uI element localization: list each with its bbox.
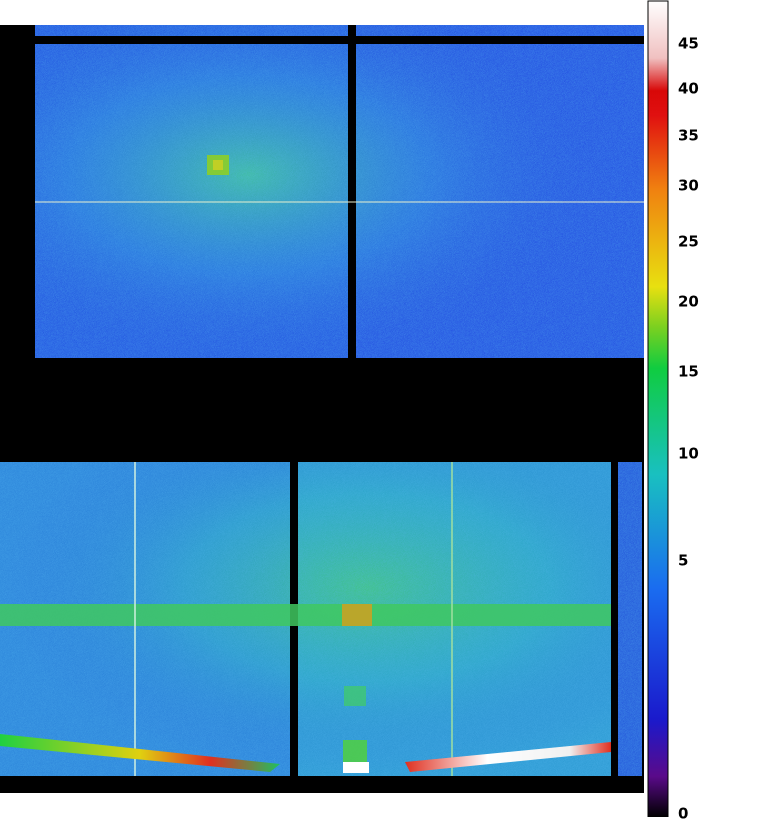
ccd-image-figure: [0, 0, 669, 817]
colorbar-gradient: [647, 0, 669, 817]
colorbar-tick-label: 0: [678, 804, 689, 823]
top-ccd-noise: [35, 25, 644, 358]
image-bottom-border: [0, 776, 644, 793]
colorbar-tick-label: 40: [678, 79, 699, 98]
colorbar-tick-label: 35: [678, 126, 699, 145]
colorbar-tick-label: 5: [678, 551, 689, 570]
bottom-ccd-gap-right: [611, 462, 618, 776]
colorbar: [647, 0, 669, 817]
colorbar-tick-label: 45: [678, 34, 699, 53]
top-ccd-source-core: [213, 160, 223, 170]
top-ccd-panel: [35, 25, 644, 358]
bottom-ccd-panel: [0, 462, 642, 776]
colorbar-tick-label: 20: [678, 292, 699, 311]
colorbar-tick-label: 25: [678, 232, 699, 251]
top-ccd-band: [35, 36, 644, 44]
bottom-ccd-readout-hot: [343, 762, 369, 773]
colorbar-tick-label: 10: [678, 444, 699, 463]
top-ccd-gap: [348, 25, 356, 358]
bottom-ccd-source: [344, 686, 366, 706]
bottom-ccd-band-hot: [342, 604, 372, 626]
colorbar-tick-label: 15: [678, 362, 699, 381]
bottom-ccd-band: [0, 604, 611, 626]
colorbar-tick-label: 30: [678, 176, 699, 195]
